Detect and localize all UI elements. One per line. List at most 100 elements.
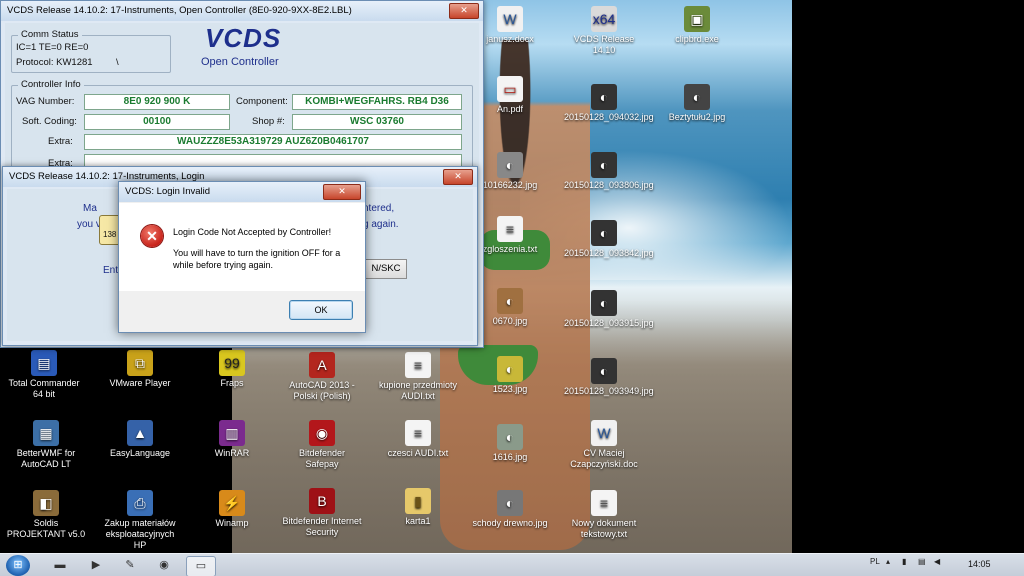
- desktop-icon-autocad[interactable]: A AutoCAD 2013 - Polski (Polish): [282, 352, 362, 402]
- login-text-fragment-1: Ma: [83, 203, 97, 214]
- printer-icon: ⎙: [127, 490, 153, 516]
- desktop-icon-betterwmf[interactable]: ▦ BetterWMF for AutoCAD LT: [6, 420, 86, 470]
- desktop-icon-winamp[interactable]: ⚡ Winamp: [192, 490, 272, 529]
- desktop-icon-img-093915[interactable]: ◐ 20150128_093915.jpg: [564, 290, 654, 329]
- pdf-icon: ▭: [497, 76, 523, 102]
- fraps-icon: 99: [219, 350, 245, 376]
- image-icon: ◐: [591, 220, 617, 246]
- desktop-icon-nowy-dokument[interactable]: ≡ Nowy dokument tekstowy.txt: [564, 490, 644, 540]
- bitdefender-icon: B: [309, 488, 335, 514]
- desktop-icon-1616[interactable]: ◐ 1616.jpg: [470, 424, 550, 463]
- image-icon: ◐: [497, 490, 523, 516]
- shop-number-field: WSC 03760: [292, 114, 462, 130]
- login-invalid-dialog[interactable]: VCDS: Login Invalid ✕ ✕ Login Code Not A…: [118, 181, 366, 333]
- folder-icon: ▮: [405, 488, 431, 514]
- bitdefender-safepay-icon: ◉: [309, 420, 335, 446]
- wmf-icon: ▦: [33, 420, 59, 446]
- image-icon: ◐: [591, 358, 617, 384]
- winrar-icon: ▥: [219, 420, 245, 446]
- pen-tool-icon[interactable]: ✎: [116, 556, 144, 575]
- vag-number-field: 8E0 920 900 K: [84, 94, 230, 110]
- tray-volume-icon[interactable]: ◀: [934, 557, 940, 566]
- desktop-icon-vmware[interactable]: ⧉ VMware Player: [100, 350, 180, 389]
- clipboard-icon: ▣: [684, 6, 710, 32]
- language-indicator[interactable]: PL: [870, 557, 880, 566]
- floppy-icon: ▤: [31, 350, 57, 376]
- image-icon: ◐: [591, 152, 617, 178]
- desktop-icon-img-093806[interactable]: ◐ 20150128_093806.jpg: [564, 152, 654, 191]
- desktop-screen: ▤ Total Commander 64 bit ⧉ VMware Player 9…: [0, 0, 1024, 576]
- comm-status-group: Comm Status IC=1 TE=0 RE=0 Protocol: KW1…: [11, 29, 171, 73]
- text-file-icon: ≡: [405, 420, 431, 446]
- vcds-logo: VCDS: [205, 23, 282, 53]
- tray-battery-icon[interactable]: ▮: [902, 557, 906, 566]
- explorer-icon[interactable]: ▬: [46, 556, 74, 575]
- login-window-close-button[interactable]: ✕: [443, 169, 473, 185]
- chrome-icon[interactable]: ◉: [150, 556, 178, 575]
- comm-status-protocol: Protocol: KW1281: [16, 57, 93, 68]
- desktop-icon-img-094032[interactable]: ◐ 20150128_094032.jpg: [564, 84, 654, 123]
- vag-number-label: VAG Number:: [16, 96, 75, 107]
- extra-field: WAUZZZ8E53A319729 AUZ6Z0B0461707: [84, 134, 462, 150]
- desktop-icon-safepay[interactable]: ◉ Bitdefender Safepay: [282, 420, 362, 470]
- tray-network-icon[interactable]: ▤: [918, 557, 926, 566]
- dialog-title: VCDS: Login Invalid: [125, 186, 211, 197]
- main-window-close-button[interactable]: ✕: [449, 3, 479, 19]
- desktop-icon-czesci[interactable]: ≡ czesci AUDI.txt: [378, 420, 458, 459]
- comm-status-activity: \: [116, 57, 119, 68]
- taskbar: ⊞ ▬ ▶ ✎ ◉ ▭ PL ▴ ▮ ▤ ◀ 14:05: [0, 553, 1024, 576]
- taskbar-clock[interactable]: 14:05: [968, 559, 991, 569]
- image-icon: ◐: [497, 152, 523, 178]
- vmware-icon: ⧉: [127, 350, 153, 376]
- image-icon: ◐: [497, 424, 523, 450]
- desktop-icon-total-commander[interactable]: ▤ Total Commander 64 bit: [4, 350, 84, 400]
- dialog-titlebar[interactable]: VCDS: Login Invalid ✕: [119, 182, 365, 202]
- desktop-icon-schody[interactable]: ◐ schody drewno.jpg: [470, 490, 550, 529]
- desktop-icon-soldis[interactable]: ◧ Soldis PROJEKTANT v5.0: [6, 490, 86, 540]
- text-file-icon: ≡: [591, 490, 617, 516]
- desktop-icon-1523[interactable]: ◐ 1523.jpg: [470, 356, 550, 395]
- vcds-taskbar-icon[interactable]: ▭: [186, 556, 216, 576]
- desktop-icon-vcds[interactable]: x64 VCDS Release 14.10: [564, 6, 644, 56]
- desktop-icon-beztytulu2[interactable]: ◐ Beztytułu2.jpg: [657, 84, 737, 123]
- text-file-icon: ≡: [497, 216, 523, 242]
- component-field: KOMBI+WEGFAHRS. RB4 D36: [292, 94, 462, 110]
- login-text-fragment-2: you v: [77, 219, 101, 230]
- image-icon: ◐: [591, 84, 617, 110]
- text-file-icon: ≡: [405, 352, 431, 378]
- wallpaper-black-area: [792, 0, 1024, 553]
- desktop-icon-img-093949[interactable]: ◐ 20150128_093949.jpg: [564, 358, 654, 397]
- image-icon: ◐: [684, 84, 710, 110]
- controller-info-title: Controller Info: [18, 79, 84, 90]
- error-icon: ✕: [141, 225, 163, 247]
- image-icon: ◐: [591, 290, 617, 316]
- word-doc-icon: W: [591, 420, 617, 446]
- desktop-icon-easylanguage[interactable]: ▲ EasyLanguage: [100, 420, 180, 459]
- desktop-icon-fraps[interactable]: 99 Fraps: [192, 350, 272, 389]
- dialog-message: Login Code Not Accepted by Controller!: [173, 227, 332, 237]
- image-icon: ◐: [497, 356, 523, 382]
- extra-label: Extra:: [48, 136, 73, 147]
- open-controller-subtitle: Open Controller: [201, 56, 279, 68]
- start-button[interactable]: ⊞: [6, 555, 30, 576]
- comm-status-title: Comm Status: [18, 29, 82, 40]
- desktop-icon-hp[interactable]: ⎙ Zakup materiałów eksploatacyjnych HP: [100, 490, 180, 551]
- desktop-icon-winrar[interactable]: ▥ WinRAR: [192, 420, 272, 459]
- dialog-ok-button[interactable]: OK: [289, 300, 353, 320]
- autocad-icon: A: [309, 352, 335, 378]
- dialog-close-button[interactable]: ✕: [323, 184, 361, 200]
- tray-expand-icon[interactable]: ▴: [886, 557, 890, 566]
- desktop-icon-cv[interactable]: W CV Maciej Czapczyński.doc: [564, 420, 644, 470]
- main-window-titlebar[interactable]: VCDS Release 14.10.2: 17-Instruments, Op…: [1, 1, 483, 21]
- login-text-fragment-4: g again.: [363, 219, 399, 230]
- graduation-cap-icon: ▲: [127, 420, 153, 446]
- login-skc-button[interactable]: N/SKC: [365, 259, 407, 279]
- desktop-icon-clipbrd[interactable]: ▣ clipbrd.exe: [657, 6, 737, 45]
- desktop-icon-kupione[interactable]: ≡ kupione przedmioty AUDI.txt: [378, 352, 458, 402]
- desktop-icon-img-093842[interactable]: ◐ 20150128_093842.jpg: [564, 220, 654, 259]
- media-player-icon[interactable]: ▶: [82, 556, 110, 575]
- desktop-icon-karta1[interactable]: ▮ karta1: [378, 488, 458, 527]
- dialog-detail: You will have to turn the ignition OFF f…: [173, 248, 341, 270]
- desktop-icon-bitdefender[interactable]: B Bitdefender Internet Security: [282, 488, 362, 538]
- login-code-fragment: 138: [103, 230, 117, 239]
